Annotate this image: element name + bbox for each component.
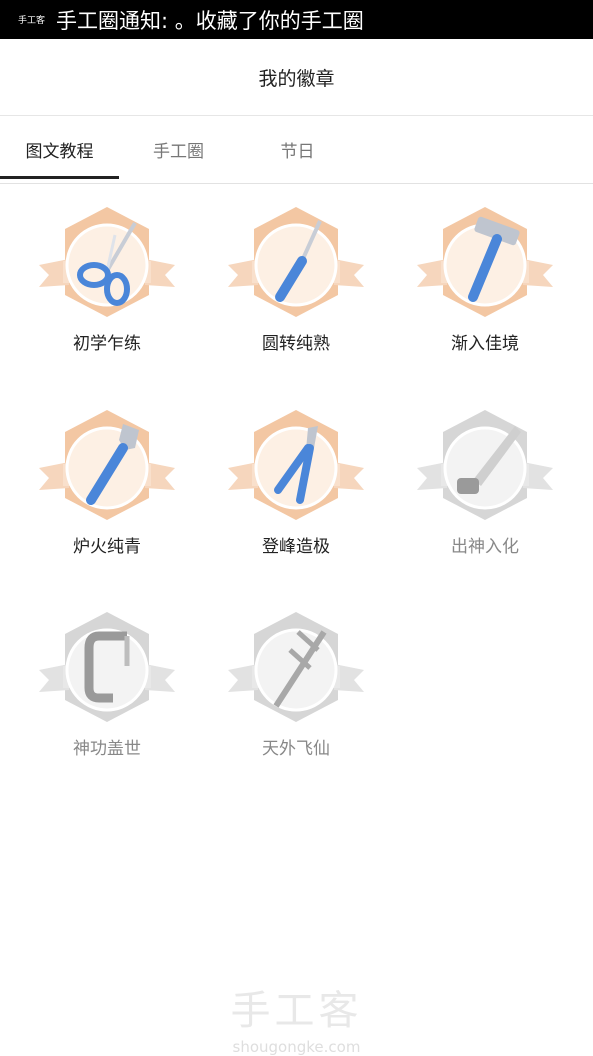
caliper-icon (228, 612, 364, 722)
badge-6[interactable]: 出神入化 (405, 408, 565, 578)
app-logo: 手工客 (18, 16, 46, 26)
notification-bar[interactable]: 手工客 手工圈通知: 。收藏了你的手工圈 (0, 0, 593, 39)
page-title: 我的徽章 (258, 67, 335, 90)
badge-label: 炉火纯青 (73, 537, 141, 557)
page-header: 我的徽章 (0, 39, 593, 116)
pliers-icon (228, 410, 364, 520)
clamp-icon (39, 612, 175, 722)
badge-2[interactable]: 圆转纯熟 (216, 205, 376, 375)
badge-label: 圆转纯熟 (262, 334, 330, 354)
badge-label: 登峰造极 (262, 537, 330, 557)
tab-holidays[interactable]: 节日 (238, 116, 357, 183)
badge-label: 天外飞仙 (262, 739, 330, 759)
badge-label: 渐入佳境 (451, 334, 519, 354)
saw-icon (417, 410, 553, 520)
badge-label: 出神入化 (451, 537, 519, 557)
badge-4[interactable]: 炉火纯青 (27, 408, 187, 578)
badge-1[interactable]: 初学乍练 (27, 205, 187, 375)
wrench-icon (39, 410, 175, 520)
watermark-logo: 手工客 (230, 988, 363, 1034)
watermark-url: shougongke.com (232, 1038, 361, 1056)
badge-3[interactable]: 渐入佳境 (405, 205, 565, 375)
watermark: 手工客 shougongke.com (0, 978, 593, 1056)
badge-5[interactable]: 登峰造极 (216, 408, 376, 578)
badge-label: 神功盖世 (73, 739, 141, 759)
badge-8[interactable]: 天外飞仙 (216, 610, 376, 780)
hammer-icon (417, 207, 553, 317)
tab-bar: 图文教程 手工圈 节日 (0, 116, 593, 184)
badge-7[interactable]: 神功盖世 (27, 610, 187, 780)
screwdriver-icon (228, 207, 364, 317)
tab-craft-circle[interactable]: 手工圈 (119, 116, 238, 183)
tab-tutorials[interactable]: 图文教程 (0, 116, 119, 183)
notification-text: 手工圈通知: 。收藏了你的手工圈 (56, 8, 364, 33)
scissors-icon (39, 207, 175, 317)
badge-label: 初学乍练 (73, 334, 141, 354)
